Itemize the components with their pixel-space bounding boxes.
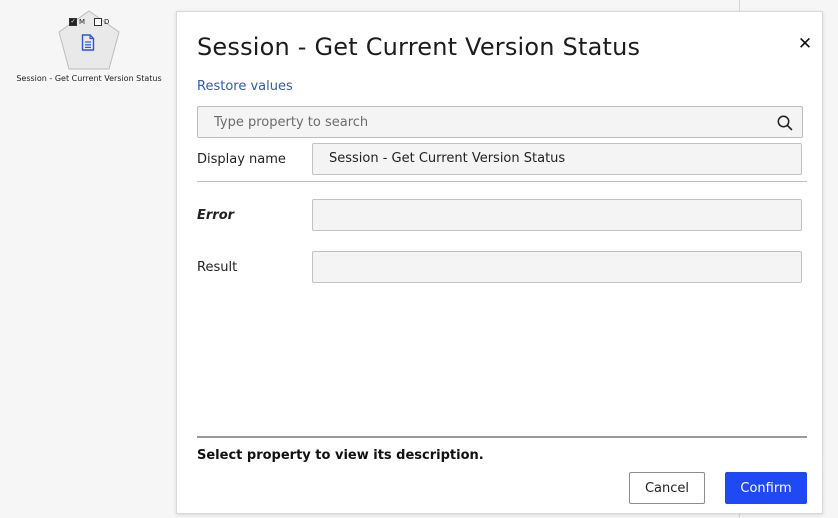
- confirm-button[interactable]: Confirm: [725, 472, 807, 504]
- property-description: Select property to view its description.: [197, 448, 484, 463]
- result-label: Result: [197, 260, 238, 275]
- dialog-title: Session - Get Current Version Status: [197, 33, 641, 61]
- description-divider: [197, 436, 807, 438]
- close-icon[interactable]: ✕: [798, 34, 812, 54]
- node-label: Session - Get Current Version Status: [16, 74, 162, 83]
- section-divider: [197, 181, 807, 182]
- display-name-field[interactable]: Session - Get Current Version Status: [312, 143, 802, 175]
- document-icon: [81, 34, 95, 51]
- checkbox-d-label: D: [104, 18, 110, 26]
- properties-dialog: Session - Get Current Version Status ✕ R…: [176, 11, 823, 514]
- checkbox-d[interactable]: D: [94, 18, 109, 26]
- cancel-button[interactable]: Cancel: [629, 472, 705, 504]
- restore-values-link[interactable]: Restore values: [197, 79, 293, 94]
- close-button[interactable]: ✕: [795, 34, 815, 54]
- checkbox-m[interactable]: ✓ M: [69, 18, 85, 26]
- activity-node[interactable]: ✓ M D: [58, 10, 120, 70]
- checkbox-m-label: M: [79, 18, 86, 26]
- search-input[interactable]: [198, 107, 768, 137]
- display-name-label: Display name: [197, 152, 286, 167]
- error-label: Error: [197, 208, 235, 223]
- result-field[interactable]: [312, 251, 802, 283]
- checkbox-m-box[interactable]: ✓: [69, 18, 77, 26]
- search-icon[interactable]: [777, 115, 793, 131]
- checkbox-d-box[interactable]: [94, 18, 102, 26]
- property-search[interactable]: [197, 106, 803, 138]
- error-field[interactable]: [312, 199, 802, 231]
